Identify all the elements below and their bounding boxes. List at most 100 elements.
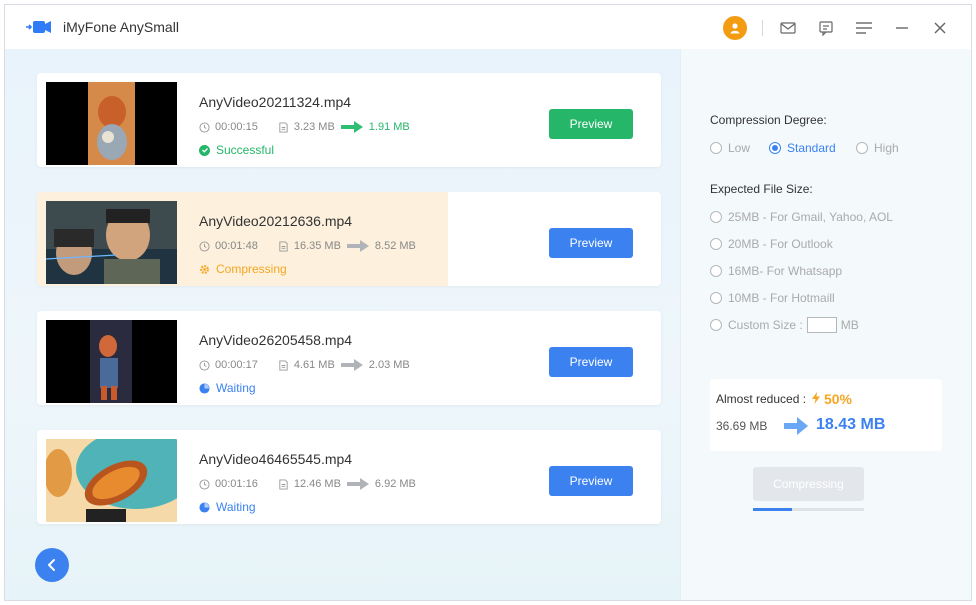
video-duration: 00:01:16 xyxy=(215,478,258,490)
radio-label: Custom Size : xyxy=(728,318,803,332)
file-icon xyxy=(279,478,288,490)
radio-label: Low xyxy=(728,141,751,155)
degree-option-standard[interactable]: Standard xyxy=(769,141,836,155)
status-label: Waiting xyxy=(199,500,256,514)
preview-button[interactable]: Preview xyxy=(549,347,633,377)
user-avatar-icon[interactable] xyxy=(722,15,748,41)
degree-option-low[interactable]: Low xyxy=(710,141,750,155)
original-size: 36.69 MB xyxy=(716,419,768,433)
gear-icon xyxy=(199,264,210,275)
video-filename: AnyVideo26205458.mp4 xyxy=(199,332,353,348)
app-logo-icon xyxy=(25,17,53,37)
video-duration: 00:00:17 xyxy=(215,359,258,371)
radio-icon xyxy=(710,142,722,154)
radio-icon xyxy=(710,292,722,304)
radio-label: High xyxy=(874,141,899,155)
filesize-option-20mb[interactable]: 20MB - For Outlook xyxy=(710,237,833,251)
clock-icon xyxy=(199,240,210,252)
filesize-option-16mb[interactable]: 16MB- For Whatsapp xyxy=(710,264,842,278)
almost-reduced-label: Almost reduced : xyxy=(716,392,807,406)
file-icon xyxy=(279,359,288,371)
video-thumbnail xyxy=(46,201,177,284)
video-thumbnail xyxy=(46,439,177,522)
reduced-percent-value: 50% xyxy=(823,391,852,407)
radio-selected-icon xyxy=(769,142,781,154)
custom-size-input[interactable] xyxy=(806,317,837,333)
size-before: 12.46 MB xyxy=(293,478,341,490)
video-card: AnyVideo26205458.mp4 00:00:17 4.61 MB 2.… xyxy=(37,311,661,405)
status-label: Waiting xyxy=(199,381,256,395)
clock-waiting-icon xyxy=(199,501,210,513)
video-filename: AnyVideo20211324.mp4 xyxy=(199,94,352,110)
arrow-right-icon xyxy=(346,240,369,252)
arrow-right-icon xyxy=(340,359,363,371)
status-label: Compressing xyxy=(199,262,287,276)
video-duration: 00:01:48 xyxy=(215,240,258,252)
preview-button[interactable]: Preview xyxy=(549,466,633,496)
radio-label: 10MB - For Hotmaill xyxy=(728,291,835,305)
size-after: 8.52 MB xyxy=(374,240,416,252)
status-text: Waiting xyxy=(216,500,256,514)
clock-icon xyxy=(199,478,210,490)
reduced-percent: 50% xyxy=(812,391,852,407)
preview-button[interactable]: Preview xyxy=(549,109,633,139)
settings-panel: Compression Degree: Low Standard High Ex… xyxy=(680,49,971,600)
radio-label: Standard xyxy=(787,141,836,155)
radio-label: 25MB - For Gmail, Yahoo, AOL xyxy=(728,210,893,224)
size-before: 16.35 MB xyxy=(293,240,341,252)
overall-progress-fill xyxy=(753,508,792,511)
title-separator xyxy=(762,20,763,36)
arrow-right-icon xyxy=(346,478,369,490)
degree-option-high[interactable]: High xyxy=(856,141,899,155)
video-meta: 00:01:48 16.35 MB 8.52 MB xyxy=(199,240,416,252)
compression-degree-label: Compression Degree: xyxy=(710,113,827,127)
title-bar: iMyFone AnySmall xyxy=(5,5,971,49)
success-check-icon xyxy=(199,144,210,156)
video-card: AnyVideo46465545.mp4 00:01:16 12.46 MB 6… xyxy=(37,430,661,524)
window-controls xyxy=(710,15,953,41)
status-text: Waiting xyxy=(216,381,256,395)
video-meta: 00:00:15 3.23 MB 1.91 MB xyxy=(199,121,410,133)
radio-label: 20MB - For Outlook xyxy=(728,237,833,251)
menu-icon[interactable] xyxy=(851,15,877,41)
chevron-left-icon xyxy=(48,559,55,571)
size-after: 6.92 MB xyxy=(374,478,416,490)
file-icon xyxy=(279,121,288,133)
mail-icon[interactable] xyxy=(775,15,801,41)
radio-icon xyxy=(710,319,722,331)
filesize-option-25mb[interactable]: 25MB - For Gmail, Yahoo, AOL xyxy=(710,210,893,224)
radio-icon xyxy=(856,142,868,154)
expected-file-size-label: Expected File Size: xyxy=(710,182,813,196)
clock-icon xyxy=(199,359,210,371)
filesize-option-custom[interactable]: Custom Size : MB xyxy=(710,317,859,333)
close-icon[interactable] xyxy=(927,15,953,41)
arrow-right-icon xyxy=(340,121,363,133)
video-list-area: AnyVideo20211324.mp4 00:00:15 3.23 MB 1.… xyxy=(5,49,680,600)
preview-button[interactable]: Preview xyxy=(549,228,633,258)
compress-button[interactable]: Compressing xyxy=(753,467,864,501)
new-size: 18.43 MB xyxy=(816,416,886,433)
back-button[interactable] xyxy=(35,548,69,582)
video-meta: 00:01:16 12.46 MB 6.92 MB xyxy=(199,478,416,490)
feedback-icon[interactable] xyxy=(813,15,839,41)
clock-icon xyxy=(199,121,210,133)
almost-reduced: Almost reduced : 50% xyxy=(716,391,852,407)
video-thumbnail xyxy=(46,82,177,165)
size-after: 2.03 MB xyxy=(368,359,410,371)
radio-icon xyxy=(710,238,722,250)
video-card: AnyVideo20212636.mp4 00:01:48 16.35 MB 8… xyxy=(37,192,661,286)
overall-progress-bar xyxy=(753,508,864,511)
video-filename: AnyVideo46465545.mp4 xyxy=(199,451,353,467)
size-before: 3.23 MB xyxy=(293,121,335,133)
status-label: Successful xyxy=(199,143,274,157)
status-text: Compressing xyxy=(216,262,287,276)
minimize-icon[interactable] xyxy=(889,15,915,41)
clock-waiting-icon xyxy=(199,382,210,394)
radio-label: 16MB- For Whatsapp xyxy=(728,264,843,278)
filesize-option-10mb[interactable]: 10MB - For Hotmaill xyxy=(710,291,835,305)
radio-icon xyxy=(710,265,722,277)
custom-size-unit: MB xyxy=(840,318,859,332)
video-card: AnyVideo20211324.mp4 00:00:15 3.23 MB 1.… xyxy=(37,73,661,167)
video-thumbnail xyxy=(46,320,177,403)
radio-icon xyxy=(710,211,722,223)
